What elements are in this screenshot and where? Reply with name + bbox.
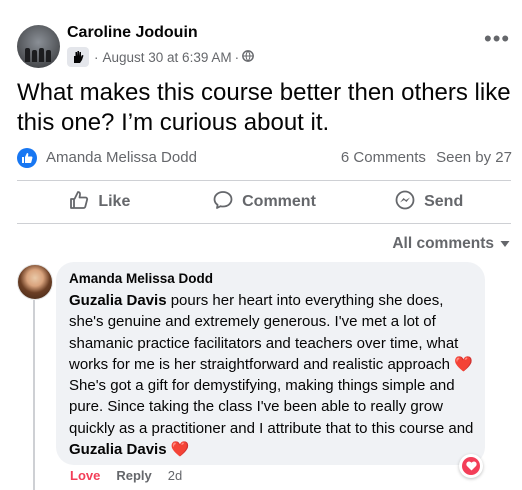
- send-button[interactable]: Send: [346, 183, 511, 221]
- messenger-icon: [394, 189, 416, 216]
- divider-bottom: [17, 223, 511, 224]
- commenter-avatar[interactable]: [17, 264, 53, 300]
- post-stats: 6 Comments Seen by 27: [341, 149, 512, 166]
- meta-separator-2: ·: [234, 49, 240, 65]
- reactor-name[interactable]: Amanda Melissa Dodd: [46, 149, 197, 166]
- post-author-name[interactable]: Caroline Jodouin: [67, 24, 198, 42]
- like-icon: [68, 189, 90, 216]
- post-action-bar: Like Comment Send: [17, 183, 511, 221]
- comment-count[interactable]: 6 Comments: [341, 149, 426, 166]
- post-author-avatar[interactable]: [17, 25, 60, 68]
- seen-count[interactable]: Seen by 27: [436, 149, 512, 166]
- comment-label: Comment: [242, 193, 316, 210]
- comment-author-name[interactable]: Amanda Melissa Dodd: [69, 271, 213, 286]
- group-hand-icon: [67, 47, 89, 67]
- comment-text: Guzalia Davis pours her heart into every…: [69, 290, 481, 460]
- heart-emoji: ❤️: [454, 355, 473, 373]
- thread-line: [33, 300, 35, 490]
- post-text: What makes this course better then other…: [17, 79, 511, 136]
- reply-button[interactable]: Reply: [116, 468, 151, 483]
- send-label: Send: [424, 193, 464, 210]
- comment-text-part-2: She's got a gift for demystifying, makin…: [69, 377, 474, 437]
- heart-reaction-icon[interactable]: [459, 454, 483, 478]
- mention-guzalia-davis[interactable]: Guzalia Davis: [69, 292, 167, 309]
- globe-icon[interactable]: [242, 49, 254, 65]
- like-label: Like: [98, 193, 131, 210]
- comment-filter-label: All comments: [392, 235, 494, 252]
- post-timestamp[interactable]: August 30 at 6:39 AM: [103, 50, 232, 65]
- thumbs-up-icon[interactable]: [17, 148, 37, 168]
- comment-age[interactable]: 2d: [168, 468, 182, 483]
- love-button[interactable]: Love: [70, 468, 100, 483]
- comment-actions: Love Reply 2d: [70, 468, 182, 483]
- meta-separator: ·: [94, 49, 99, 65]
- like-button[interactable]: Like: [17, 183, 182, 221]
- comment-icon: [212, 189, 234, 216]
- caret-down-icon: [500, 235, 510, 253]
- comment-button[interactable]: Comment: [182, 183, 347, 221]
- mention-guzalia-davis-2[interactable]: Guzalia Davis: [69, 441, 167, 458]
- post-meta: · August 30 at 6:39 AM ·: [67, 47, 254, 67]
- heart-emoji-2: ❤️: [170, 441, 190, 459]
- comment-filter-dropdown[interactable]: All comments: [392, 235, 510, 253]
- more-options-icon[interactable]: •••: [484, 28, 510, 50]
- divider-top: [17, 180, 511, 181]
